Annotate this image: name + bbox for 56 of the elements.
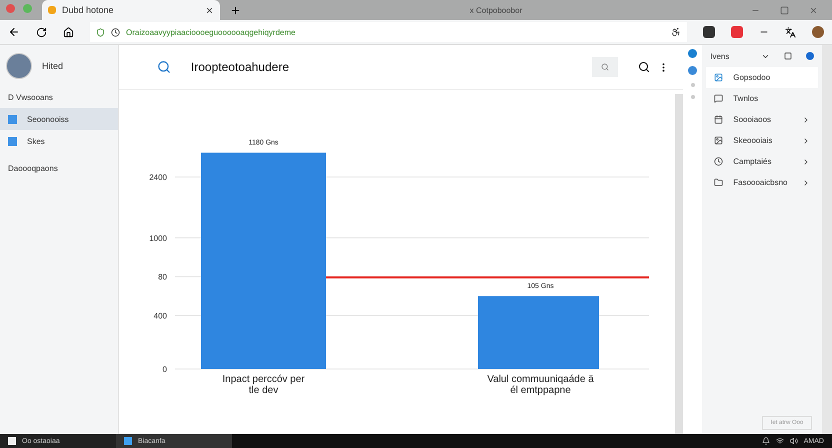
axis-tick-label: 0	[162, 365, 167, 374]
clock-icon	[714, 157, 724, 166]
panel-item[interactable]: Fasoooaicbsno	[706, 172, 818, 193]
profile-avatar[interactable]	[812, 26, 824, 38]
window-icon[interactable]	[784, 52, 792, 60]
extension-icon[interactable]	[703, 26, 715, 38]
scrollbar[interactable]	[674, 94, 683, 434]
axis-tick-label: 1000	[149, 234, 167, 243]
panel-item[interactable]: Camptaiés	[706, 151, 818, 172]
avatar[interactable]	[6, 53, 32, 79]
sidebar-item[interactable]: Seoonooiss	[0, 108, 118, 130]
volume-icon[interactable]	[790, 437, 798, 445]
home-icon[interactable]	[63, 26, 74, 38]
sidebar-heading: D Vwsooans	[7, 93, 54, 104]
notification-icon[interactable]	[762, 437, 770, 445]
new-tab-icon[interactable]	[230, 5, 241, 16]
search-icon	[600, 63, 609, 71]
close-dot-icon[interactable]	[6, 4, 15, 13]
axis-tick-label: 2400	[149, 173, 167, 182]
search-icon[interactable]	[638, 61, 650, 73]
sidebar-item[interactable]: Skes	[0, 130, 118, 152]
calendar-icon	[714, 115, 724, 124]
dot-icon[interactable]	[690, 83, 695, 87]
category-label: él emtppapne	[510, 385, 571, 396]
category-label: Inpact perccóv per	[222, 374, 305, 385]
panel-item[interactable]: Skeoooiais	[706, 130, 818, 151]
translate-icon[interactable]	[785, 26, 796, 38]
wifi-icon[interactable]	[776, 437, 784, 445]
circle-icon[interactable]	[688, 66, 698, 75]
maximize-icon[interactable]	[780, 6, 790, 14]
chat-icon	[714, 94, 724, 103]
panel-title: Ivens	[710, 52, 730, 60]
window-title: x Cotpoboobor	[470, 6, 522, 14]
search-field[interactable]: Iroopteotoahudere	[190, 60, 572, 74]
profile-name: Hited	[42, 61, 64, 71]
close-icon[interactable]	[205, 6, 214, 14]
axis-tick-label: 400	[154, 312, 167, 321]
panel-item[interactable]: Soooiaoos	[706, 109, 818, 130]
back-icon[interactable]	[8, 26, 20, 38]
browser-tab[interactable]: Dubd hotone	[42, 0, 220, 20]
dot-icon[interactable]	[690, 95, 695, 99]
folder-icon	[714, 178, 724, 187]
panel-item[interactable]: Twnlos	[706, 88, 818, 109]
category-label: Valul commuuniqaáde ä	[487, 374, 594, 385]
category-label: tle dev	[248, 385, 278, 396]
address-bar[interactable]: Oraizoaavyypiaacioooeguoooooaqgehiqyrdeme	[90, 22, 687, 42]
scrollbar[interactable]	[822, 45, 832, 434]
reload-icon[interactable]	[36, 26, 47, 38]
circle-icon[interactable]	[806, 52, 814, 60]
circle-icon[interactable]	[688, 49, 698, 58]
panel-item[interactable]: Gopsodoo	[706, 67, 818, 88]
image-icon	[714, 73, 724, 82]
axis-tick-label: 80	[158, 272, 167, 282]
sidebar-footer: Daoooqpaons	[0, 152, 118, 185]
image-icon	[714, 136, 724, 145]
maximize-dot-icon[interactable]	[23, 4, 32, 13]
